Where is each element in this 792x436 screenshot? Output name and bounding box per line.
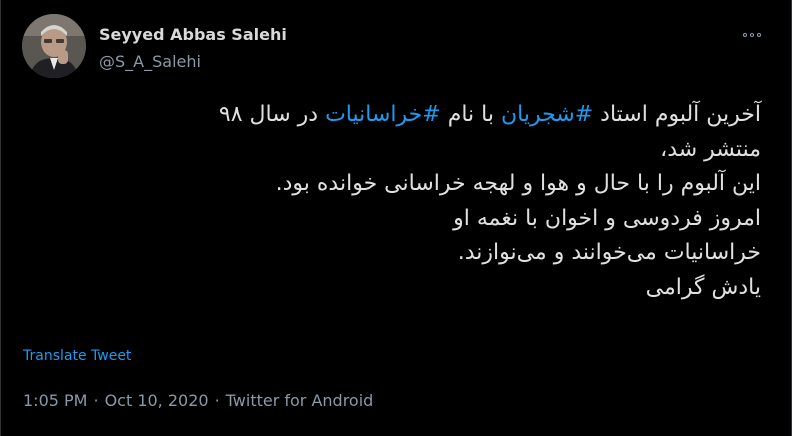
translate-tweet-link[interactable]: Translate Tweet	[23, 348, 131, 364]
avatar[interactable]	[22, 14, 86, 78]
tweet-line-3: این آلبوم را با حال و هوا و لهجه خراسانی…	[275, 171, 761, 196]
more-options-button[interactable]	[737, 24, 767, 46]
tweet-line-6: یادش گرامی	[645, 274, 761, 300]
meta-separator: ·	[214, 391, 220, 410]
tweet-meta: 1:05 PM · Oct 10, 2020 · Twitter for And…	[23, 391, 373, 410]
more-horizontal-icon	[743, 33, 761, 37]
tweet-line-1: آخرین آلبوم استاد #شجریان با نام #خراسان…	[218, 102, 761, 127]
tweet-text: آخرین آلبوم استاد #شجریان با نام #خراسان…	[21, 98, 761, 305]
tweet-line-5: خراسانیات می‌خوانند و می‌نوازند.	[457, 240, 761, 265]
author-handle[interactable]: @S_A_Salehi	[99, 52, 201, 71]
hashtag-khorasaniat[interactable]: #خراسانیات	[325, 102, 441, 127]
hashtag-shajarian[interactable]: #شجریان	[501, 102, 593, 127]
tweet-time[interactable]: 1:05 PM	[23, 391, 87, 410]
tweet-line-4: امروز فردوسی و اخوان با نغمه او	[453, 205, 761, 231]
tweet-source[interactable]: Twitter for Android	[226, 391, 374, 410]
tweet-card: Seyyed Abbas Salehi @S_A_Salehi آخرین آل…	[0, 0, 792, 436]
avatar-image	[22, 14, 86, 78]
meta-separator: ·	[93, 391, 99, 410]
author-name[interactable]: Seyyed Abbas Salehi	[99, 25, 287, 44]
tweet-line-2: منتشر شد،	[660, 136, 761, 162]
tweet-date[interactable]: Oct 10, 2020	[105, 391, 209, 410]
